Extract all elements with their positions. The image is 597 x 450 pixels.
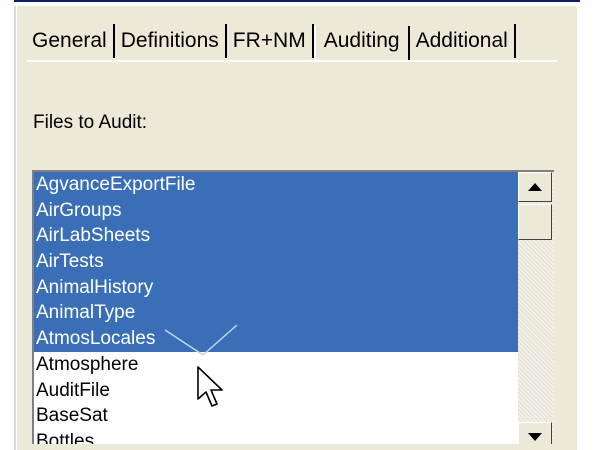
tab-fr-nm[interactable]: FR+NM (227, 24, 314, 58)
tab-auditing[interactable]: Auditing (313, 26, 410, 60)
tab-additional[interactable]: Additional (410, 24, 516, 58)
files-listbox[interactable]: AgvanceExportFile AirGroups AirLabSheets Ai… (32, 170, 554, 444)
triangle-down-icon (528, 433, 542, 441)
scroll-down-button[interactable] (518, 422, 552, 444)
file-list-item[interactable]: AgvanceExportFile (34, 172, 518, 198)
files-to-audit-label: Files to Audit: (33, 112, 148, 133)
file-list-item[interactable]: AnimalType (34, 300, 518, 327)
scroll-up-button[interactable] (518, 172, 552, 202)
file-list-item[interactable]: AtmosLocales (34, 326, 518, 352)
file-list-item[interactable]: AirTests (34, 249, 518, 275)
tab-general[interactable]: General (27, 24, 115, 58)
tab-strip: General Definitions FR+NM Auditing Addit… (27, 22, 516, 60)
file-list-item[interactable]: AirGroups (34, 197, 518, 224)
tab-definitions[interactable]: Definitions (115, 24, 227, 58)
drag-trace-lines (165, 325, 238, 356)
vertical-scrollbar[interactable] (518, 172, 554, 444)
file-list-item[interactable]: Bottles (34, 429, 518, 444)
triangle-up-icon (528, 183, 542, 191)
file-list-item[interactable]: AnimalHistory (34, 274, 518, 301)
tab-panel-edge (27, 60, 557, 62)
file-list-item[interactable]: Atmosphere (34, 352, 518, 378)
mouse-pointer-icon (197, 366, 223, 407)
file-list-item[interactable]: AirLabSheets (34, 223, 518, 250)
scroll-thumb[interactable] (518, 204, 552, 240)
files-list: AgvanceExportFile AirGroups AirLabSheets Ai… (34, 172, 518, 444)
file-list-item[interactable]: AuditFile (34, 378, 518, 404)
file-list-item[interactable]: BaseSat (34, 403, 518, 429)
